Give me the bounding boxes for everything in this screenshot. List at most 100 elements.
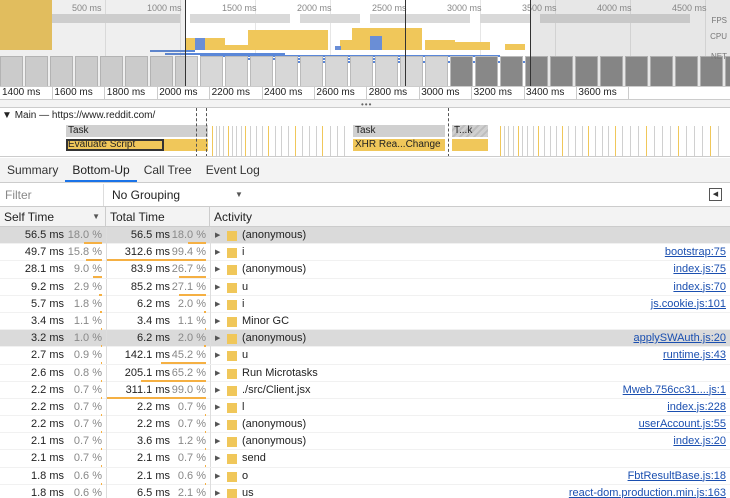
source-link[interactable]: bootstrap:75 — [665, 244, 726, 261]
column-self-time[interactable]: Self Time ▼ — [0, 207, 106, 227]
flame-event-sliver[interactable] — [216, 126, 217, 156]
table-row[interactable]: 2.7 ms 0.9 % 142.1 ms 45.2 % ▶ u runtime.js:43 — [0, 347, 730, 365]
flame-event-sliver[interactable] — [256, 126, 257, 156]
expand-triangle-icon[interactable]: ▶ — [215, 330, 220, 347]
table-row[interactable]: 2.2 ms 0.7 % 2.2 ms 0.7 % ▶ (anonymous) userAc… — [0, 416, 730, 434]
flame-event-sliver[interactable] — [250, 126, 251, 156]
filmstrip-frame[interactable] — [275, 56, 298, 86]
flame-event-sliver[interactable] — [588, 126, 589, 156]
overview-selection-end-handle[interactable] — [530, 0, 531, 86]
source-link[interactable]: FbtResultBase.js:18 — [628, 468, 726, 485]
filmstrip-frame[interactable] — [350, 56, 373, 86]
expand-triangle-icon[interactable]: ▶ — [215, 296, 220, 313]
flame-event-sliver[interactable] — [615, 126, 616, 156]
tab-call-tree[interactable]: Call Tree — [137, 158, 199, 182]
flame-event-sliver[interactable] — [504, 126, 505, 156]
filmstrip-frame[interactable] — [400, 56, 423, 86]
filmstrip-frame[interactable] — [425, 56, 448, 86]
source-link[interactable]: Mweb.756cc31....js:1 — [623, 382, 726, 399]
flame-event-sliver[interactable] — [694, 126, 695, 156]
flame-event-sliver[interactable] — [330, 126, 331, 156]
flame-script-block[interactable] — [164, 139, 208, 151]
table-row[interactable]: 5.7 ms 1.8 % 6.2 ms 2.0 % ▶ i js.cookie.js:101 — [0, 295, 730, 313]
flame-event-sliver[interactable] — [686, 126, 687, 156]
filmstrip-frame[interactable] — [475, 56, 498, 86]
flame-event-sliver[interactable] — [281, 126, 282, 156]
flame-event-sliver[interactable] — [646, 126, 647, 156]
flame-event-sliver[interactable] — [500, 126, 501, 156]
flame-event-sliver[interactable] — [245, 126, 246, 156]
flame-event-sliver[interactable] — [236, 126, 237, 156]
expand-triangle-icon[interactable]: ▶ — [215, 279, 220, 296]
source-link[interactable]: index.js:20 — [673, 433, 726, 450]
flame-event-sliver[interactable] — [582, 126, 583, 156]
flame-event-sliver[interactable] — [595, 126, 596, 156]
source-link[interactable]: js.cookie.js:101 — [651, 296, 726, 313]
flame-event-sliver[interactable] — [575, 126, 576, 156]
main-thread-flame-chart[interactable]: ▼ Main — https://www.reddit.com/ Task Ev… — [0, 108, 730, 157]
flame-event-sliver[interactable] — [538, 126, 539, 156]
flame-event-sliver[interactable] — [295, 126, 296, 156]
filter-input[interactable] — [0, 183, 104, 206]
flame-event-sliver[interactable] — [622, 126, 623, 156]
expand-triangle-icon[interactable]: ▶ — [215, 416, 220, 433]
flame-script-block[interactable] — [452, 139, 488, 151]
filmstrip-frame[interactable] — [500, 56, 523, 86]
source-link[interactable]: applySWAuth.js:20 — [633, 330, 726, 347]
tab-event-log[interactable]: Event Log — [199, 158, 267, 182]
flame-event-sliver[interactable] — [212, 126, 213, 156]
expand-triangle-icon[interactable]: ▶ — [215, 227, 220, 244]
expand-triangle-icon[interactable]: ▶ — [215, 382, 220, 399]
flame-event-sliver[interactable] — [337, 126, 338, 156]
flame-event-sliver[interactable] — [638, 126, 639, 156]
expand-triangle-icon[interactable]: ▶ — [215, 347, 220, 364]
filmstrip-frame[interactable] — [250, 56, 273, 86]
source-link[interactable]: userAccount.js:55 — [639, 416, 726, 433]
flame-event-sliver[interactable] — [662, 126, 663, 156]
table-row[interactable]: 2.1 ms 0.7 % 3.6 ms 1.2 % ▶ (anonymous) index.… — [0, 433, 730, 451]
flame-event-sliver[interactable] — [513, 126, 514, 156]
flame-event-sliver[interactable] — [518, 126, 519, 156]
flame-event-sliver[interactable] — [568, 126, 569, 156]
table-row[interactable]: 28.1 ms 9.0 % 83.9 ms 26.7 % ▶ (anonymous) ind… — [0, 261, 730, 279]
table-row[interactable]: 56.5 ms 18.0 % 56.5 ms 18.0 % ▶ (anonymous) — [0, 227, 730, 245]
flame-event-sliver[interactable] — [268, 126, 269, 156]
flame-event-sliver[interactable] — [223, 126, 224, 156]
source-link[interactable]: index.js:70 — [673, 279, 726, 296]
flame-event-sliver[interactable] — [508, 126, 509, 156]
table-row[interactable]: 2.6 ms 0.8 % 205.1 ms 65.2 % ▶ Run Microtasks — [0, 364, 730, 382]
flame-event-sliver[interactable] — [654, 126, 655, 156]
filmstrip-frame[interactable] — [225, 56, 248, 86]
expand-triangle-icon[interactable]: ▶ — [215, 261, 220, 278]
expand-triangle-icon[interactable]: ▶ — [215, 244, 220, 261]
expand-triangle-icon[interactable]: ▶ — [215, 468, 220, 485]
expand-triangle-icon[interactable]: ▶ — [215, 433, 220, 450]
filmstrip-frame[interactable] — [300, 56, 323, 86]
flame-event-sliver[interactable] — [533, 126, 534, 156]
flame-event-sliver[interactable] — [316, 126, 317, 156]
track-expand-icon[interactable]: ▼ — [2, 110, 15, 121]
expand-triangle-icon[interactable]: ▶ — [215, 313, 220, 330]
flame-event-sliver[interactable] — [322, 126, 323, 156]
flame-task[interactable]: Task — [66, 125, 208, 137]
flame-event-sliver[interactable] — [288, 126, 289, 156]
table-row[interactable]: 2.1 ms 0.7 % 2.1 ms 0.7 % ▶ send — [0, 450, 730, 468]
expand-triangle-icon[interactable]: ▶ — [215, 450, 220, 467]
flame-event-sliver[interactable] — [556, 126, 557, 156]
table-row[interactable]: 2.2 ms 0.7 % 2.2 ms 0.7 % ▶ l index.js:228 — [0, 398, 730, 417]
table-row[interactable]: 2.2 ms 0.7 % 311.1 ms 99.0 % ▶ ./src/Client.j… — [0, 381, 730, 399]
flame-event-sliver[interactable] — [302, 126, 303, 156]
flame-event-sliver[interactable] — [702, 126, 703, 156]
flame-task-long[interactable]: T...k — [452, 125, 488, 137]
table-row[interactable]: 1.8 ms 0.6 % 2.1 ms 0.6 % ▶ o FbtResultBase.js… — [0, 467, 730, 485]
overview-selection-start-handle[interactable] — [185, 0, 186, 86]
filmstrip-frame[interactable] — [325, 56, 348, 86]
source-link[interactable]: react-dom.production.min.js:163 — [569, 485, 726, 498]
flame-event-sliver[interactable] — [678, 126, 679, 156]
flame-event-sliver[interactable] — [608, 126, 609, 156]
source-link[interactable]: index.js:75 — [673, 261, 726, 278]
source-link[interactable]: index.js:228 — [667, 399, 726, 416]
table-row[interactable]: 9.2 ms 2.9 % 85.2 ms 27.1 % ▶ u index.js:70 — [0, 278, 730, 296]
flame-event-sliver[interactable] — [219, 126, 220, 156]
flame-event-sliver[interactable] — [710, 126, 711, 156]
